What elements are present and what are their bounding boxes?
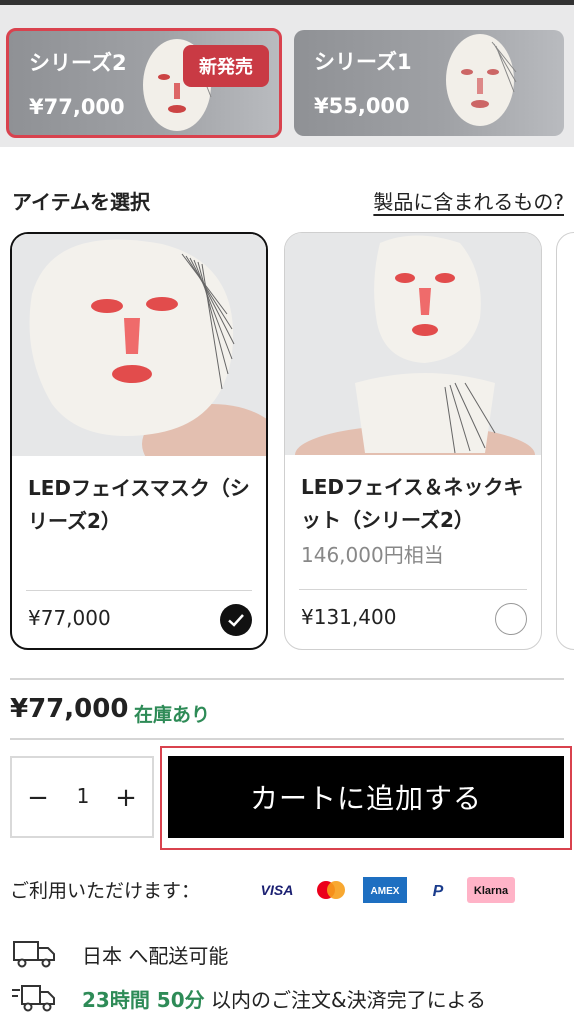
section-title: アイテムを選択 [12,190,150,214]
payment-label: ご利用いただけます： [10,880,201,902]
cutoff-text: 以内のご注文&決済完了による [204,988,486,1012]
increase-quantity-button[interactable]: + [110,780,142,816]
visa-icon: VISA [254,874,300,906]
svg-text:AMEX: AMEX [371,886,400,897]
item-name: LEDフェイス＆ネックキット（シリーズ2） [301,475,524,532]
item-name: LEDフェイスマスク（シリーズ2） [28,476,250,533]
series-price: ¥77,000 [29,95,125,119]
product-image [12,234,266,484]
face-mask-icon [446,34,517,126]
led-face-neck-kit-icon [285,233,541,485]
series-option-2[interactable]: シリーズ2 ¥77,000 新発売 [6,28,282,138]
item-card-face-mask[interactable]: LEDフェイスマスク（シリーズ2） ¥77,000 [10,232,268,650]
decrease-quantity-button[interactable]: − [22,780,54,816]
paypal-icon: P [418,874,458,906]
led-face-mask-icon [12,234,266,484]
quantity-value[interactable]: 1 [68,784,98,808]
amex-icon: AMEX [362,874,408,906]
klarna-icon: Klarna [466,874,516,906]
whats-included-link[interactable]: 製品に含まれるもの? [373,186,564,215]
item-card-next[interactable] [556,232,574,650]
divider [10,678,564,680]
series-option-1[interactable]: シリーズ1 ¥55,000 [294,30,564,136]
series-name: シリーズ2 [29,51,127,75]
stock-status: 在庫あり [134,704,211,726]
divider [299,589,527,590]
fast-delivery-icon [12,985,55,1012]
add-to-cart-button[interactable]: カートに追加する [168,756,564,838]
selected-price: ¥77,000 [10,694,129,724]
svg-text:VISA: VISA [261,882,294,898]
item-price: ¥131,400 [301,605,397,629]
series-price: ¥55,000 [314,94,410,118]
shipping-cutoff: 23時間 50分 以内のご注文&決済完了による [82,984,486,1013]
divider [26,590,252,591]
divider [10,738,564,740]
series-name: シリーズ1 [314,50,412,74]
svg-text:P: P [433,883,444,900]
product-image [285,233,541,485]
new-release-badge: 新発売 [183,45,269,87]
svg-text:Klarna: Klarna [474,885,509,897]
item-card-face-neck-kit[interactable]: LEDフェイス＆ネックキット（シリーズ2） 146,000円相当 ¥131,40… [284,232,542,650]
checkmark-icon[interactable] [220,604,252,636]
cutoff-countdown: 23時間 50分 [82,988,205,1012]
item-worth: 146,000円相当 [301,543,444,567]
radio-empty-icon[interactable] [495,603,527,635]
item-price: ¥77,000 [28,606,111,630]
delivery-truck-icon [13,941,55,968]
mastercard-icon [308,874,354,906]
shipping-availability: 日本 へ配送可能 [82,944,229,968]
quantity-stepper: − 1 + [10,756,154,838]
